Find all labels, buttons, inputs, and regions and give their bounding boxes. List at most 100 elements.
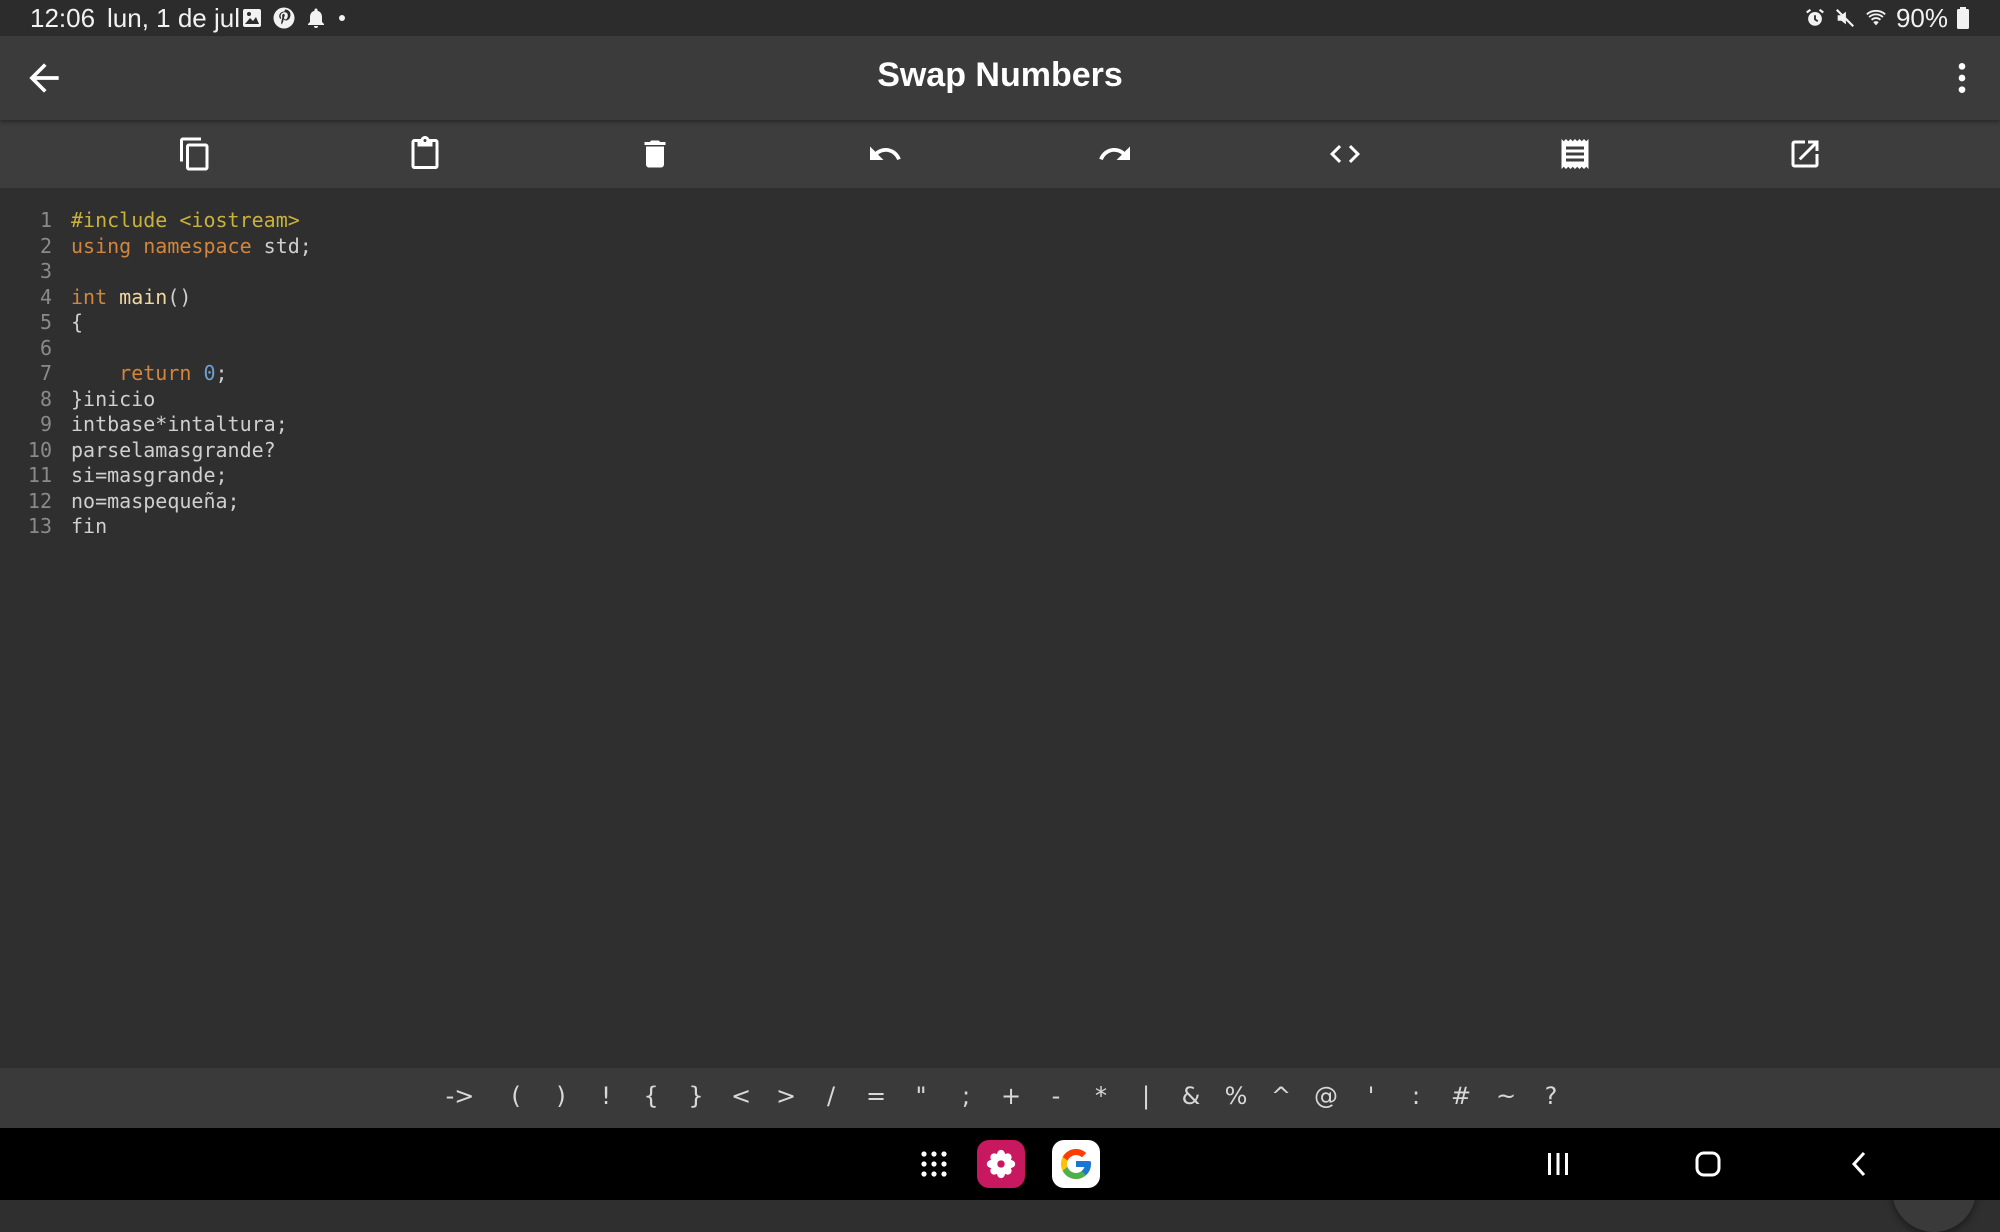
code-line: 7 return 0; bbox=[0, 361, 312, 387]
dot-icon bbox=[339, 15, 345, 21]
undo-icon bbox=[870, 146, 901, 160]
symbol-key[interactable]: ( bbox=[496, 1082, 536, 1110]
pinterest-icon bbox=[273, 7, 295, 29]
symbol-key[interactable]: ^ bbox=[1261, 1082, 1301, 1110]
flower-icon bbox=[986, 1149, 1016, 1179]
line-number: 10 bbox=[27, 437, 52, 462]
home-button[interactable] bbox=[1686, 1142, 1730, 1186]
symbol-key[interactable]: -> bbox=[440, 1082, 480, 1110]
code-line: 13 fin bbox=[0, 514, 312, 540]
line-number: 3 bbox=[39, 259, 52, 283]
code-line: 6 bbox=[0, 336, 312, 362]
copy-icon bbox=[180, 137, 209, 171]
bell-icon bbox=[308, 8, 324, 28]
line-number: 13 bbox=[27, 514, 52, 538]
app-bar: Swap Numbers bbox=[0, 36, 2000, 120]
code-line: 11 si=masgrande; bbox=[0, 463, 312, 489]
status-bar: 12:06 lun, 1 de jul 90% bbox=[0, 0, 2000, 36]
google-icon bbox=[1061, 1149, 1091, 1179]
symbol-key[interactable]: : bbox=[1396, 1082, 1436, 1110]
line-number: 5 bbox=[39, 310, 52, 334]
symbol-key[interactable]: " bbox=[901, 1082, 941, 1110]
notes-icon bbox=[1561, 139, 1589, 169]
line-number: 6 bbox=[39, 335, 52, 360]
code-line: 4 int main() bbox=[0, 285, 312, 311]
status-time: 12:06 bbox=[30, 3, 96, 33]
notes-button[interactable] bbox=[1555, 134, 1595, 174]
paste-button[interactable] bbox=[405, 134, 445, 174]
home-icon bbox=[1695, 1151, 1721, 1177]
battery-icon bbox=[1957, 7, 1969, 29]
symbol-key[interactable]: < bbox=[721, 1082, 761, 1110]
symbol-key[interactable]: ' bbox=[1351, 1082, 1391, 1110]
symbol-key[interactable]: % bbox=[1216, 1082, 1256, 1110]
symbol-key[interactable]: | bbox=[1126, 1082, 1166, 1110]
code-editor[interactable]: 1 #include <iostream> 2 using namespace st… bbox=[0, 188, 2000, 1232]
overflow-menu-button[interactable] bbox=[1942, 58, 1982, 98]
recents-icon bbox=[1548, 1153, 1568, 1175]
more-vertical-icon bbox=[1958, 63, 1966, 93]
code-line: 1 #include <iostream> bbox=[0, 208, 312, 234]
line-number: 9 bbox=[39, 412, 52, 436]
system-nav-bar bbox=[0, 1128, 2000, 1200]
chevron-left-icon bbox=[1851, 1151, 1866, 1177]
paste-icon bbox=[411, 136, 439, 169]
google-app-button[interactable] bbox=[1052, 1140, 1100, 1188]
system-icons: 90% bbox=[1804, 3, 1970, 33]
code-icon bbox=[1330, 145, 1360, 163]
line-number: 8 bbox=[39, 386, 52, 411]
symbol-bar: -> ( ) ! { } < > / = " ; + - * | & % ^ @… bbox=[0, 1068, 2000, 1128]
symbol-key[interactable]: } bbox=[676, 1082, 716, 1110]
symbol-key[interactable]: { bbox=[631, 1082, 671, 1110]
code-line: 2 using namespace std; bbox=[0, 234, 312, 260]
delete-button[interactable] bbox=[635, 134, 675, 174]
open-external-button[interactable] bbox=[1785, 134, 1825, 174]
symbol-key[interactable]: @ bbox=[1306, 1082, 1346, 1110]
symbol-key[interactable]: ; bbox=[946, 1082, 986, 1110]
line-number: 4 bbox=[39, 284, 52, 309]
gallery-icon bbox=[243, 9, 261, 27]
delete-icon bbox=[644, 140, 666, 168]
symbol-key[interactable]: - bbox=[1036, 1082, 1076, 1110]
mute-icon bbox=[1835, 8, 1854, 28]
code-line: 10 parselamasgrande? bbox=[0, 438, 312, 464]
code-line: 8}inicio bbox=[0, 387, 312, 413]
symbol-key[interactable]: + bbox=[991, 1082, 1031, 1110]
gallery-app-button[interactable] bbox=[977, 1140, 1025, 1188]
symbol-key[interactable]: # bbox=[1441, 1082, 1481, 1110]
symbol-key[interactable]: / bbox=[811, 1082, 851, 1110]
editor-toolbar bbox=[0, 120, 2000, 188]
wifi-icon bbox=[1866, 9, 1886, 26]
redo-icon bbox=[1099, 146, 1130, 160]
line-number: 2 bbox=[39, 233, 52, 258]
code-button[interactable] bbox=[1325, 134, 1365, 174]
undo-button[interactable] bbox=[865, 134, 905, 174]
alarm-icon bbox=[1806, 8, 1824, 26]
redo-button[interactable] bbox=[1095, 134, 1135, 174]
code-line: 9 intbase*intaltura; bbox=[0, 412, 312, 438]
symbol-key[interactable]: ) bbox=[541, 1082, 581, 1110]
symbol-key[interactable]: & bbox=[1171, 1082, 1211, 1110]
recent-apps-button[interactable] bbox=[1536, 1142, 1580, 1186]
symbol-key[interactable]: ! bbox=[586, 1082, 626, 1110]
line-number: 11 bbox=[27, 463, 52, 487]
status-date: lun, 1 de jul bbox=[107, 3, 240, 33]
copy-button[interactable] bbox=[175, 134, 215, 174]
open-external-icon bbox=[1791, 140, 1819, 168]
line-number: 1 bbox=[39, 208, 52, 232]
symbol-key[interactable]: * bbox=[1081, 1082, 1121, 1110]
code-line: 5{ bbox=[0, 310, 312, 336]
symbol-key[interactable]: ~ bbox=[1486, 1082, 1526, 1110]
symbol-key[interactable]: > bbox=[766, 1082, 806, 1110]
battery-percent: 90% bbox=[1895, 2, 1948, 33]
line-number: 7 bbox=[39, 361, 52, 385]
line-number: 12 bbox=[27, 488, 52, 513]
code-line: 3 bbox=[0, 259, 312, 285]
nav-back-button[interactable] bbox=[1838, 1142, 1882, 1186]
code-area[interactable]: 1 #include <iostream> 2 using namespace st… bbox=[0, 208, 312, 540]
apps-grid-icon bbox=[921, 1151, 947, 1177]
symbol-key[interactable]: = bbox=[856, 1082, 896, 1110]
symbol-key[interactable]: ? bbox=[1531, 1082, 1571, 1110]
notification-icons bbox=[240, 6, 348, 30]
apps-drawer-button[interactable] bbox=[912, 1142, 956, 1186]
